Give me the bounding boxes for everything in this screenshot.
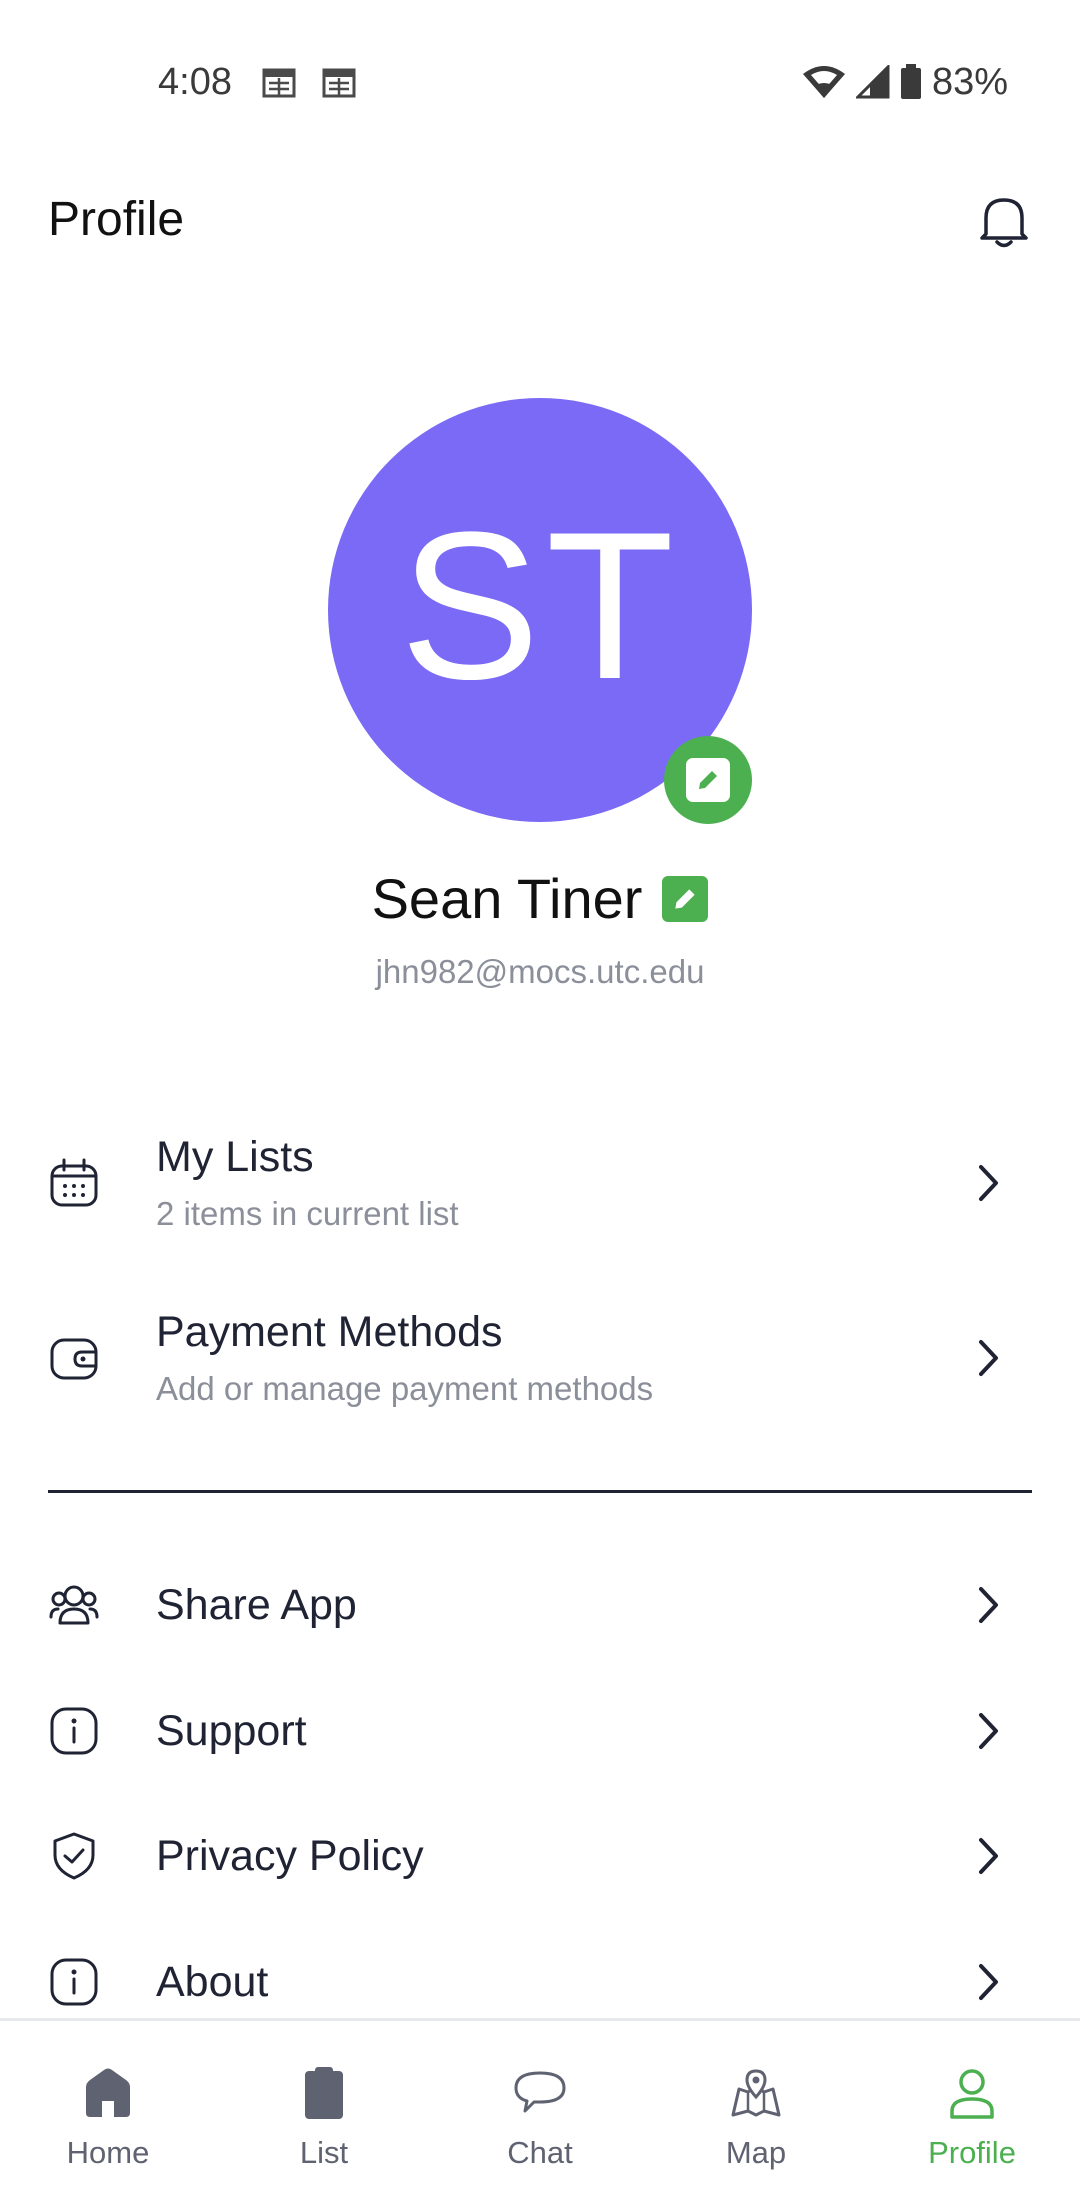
nav-label: Chat [507, 2135, 573, 2170]
edit-avatar-button[interactable] [664, 736, 752, 824]
nav-label: Home [66, 2135, 150, 2170]
menu-subtitle: 2 items in current list [156, 1195, 459, 1232]
menu-label: Share App [156, 1581, 357, 1629]
nav-home[interactable]: Home [0, 2021, 216, 2201]
menu-item-about[interactable]: About [48, 1955, 1032, 2009]
user-icon [950, 2069, 994, 2119]
menu-label: Privacy Policy [156, 1832, 424, 1880]
menu-label: Payment Methods [156, 1308, 503, 1356]
calendar-icon [50, 1158, 98, 1207]
menu-item-my-lists[interactable]: My Lists 2 items in current list [48, 1130, 1032, 1236]
nav-profile[interactable]: Profile [864, 2021, 1080, 2201]
section-divider [48, 1490, 1032, 1493]
calendar-notification-icon [322, 68, 356, 98]
menu-item-support[interactable]: Support [48, 1704, 1032, 1758]
nav-label: Profile [928, 2135, 1016, 2170]
home-icon [86, 2068, 130, 2117]
battery-percentage: 83% [931, 61, 1008, 103]
map-icon [731, 2069, 781, 2117]
menu-subtitle: Add or manage payment methods [156, 1370, 654, 1407]
status-indicators: 83% [802, 58, 1008, 106]
menu-item-share-app[interactable]: Share App [48, 1578, 1032, 1632]
pencil-icon [675, 889, 696, 909]
nav-map[interactable]: Map [648, 2021, 864, 2201]
menu-label: Support [156, 1707, 307, 1755]
status-time: 4:08 [158, 61, 232, 103]
nav-list[interactable]: List [216, 2021, 432, 2201]
chevron-right-icon [979, 1713, 998, 1749]
name-row: Sean Tiner [0, 866, 1080, 932]
avatar-initials: ST [399, 488, 681, 723]
bell-icon[interactable] [976, 192, 1032, 252]
wallet-icon [50, 1338, 98, 1380]
info-icon [50, 1707, 98, 1755]
info-icon [50, 1958, 98, 2006]
menu-label: About [156, 1958, 269, 2006]
users-icon [49, 1585, 99, 1625]
chat-bubble-icon [514, 2071, 566, 2113]
cellular-signal-icon [855, 65, 890, 99]
user-email: jhn982@mocs.utc.edu [375, 953, 705, 990]
calendar-notification-icon [262, 68, 296, 98]
nav-label: Map [725, 2135, 787, 2170]
menu-label: My Lists [156, 1133, 314, 1181]
battery-icon [900, 64, 921, 99]
pencil-icon [699, 771, 717, 789]
nav-label: List [299, 2135, 349, 2170]
nav-chat[interactable]: Chat [432, 2021, 648, 2201]
clipboard-icon [305, 2067, 343, 2119]
user-name: Sean Tiner [371, 867, 643, 930]
shield-check-icon [53, 1832, 95, 1880]
chevron-right-icon [979, 1964, 998, 2000]
chevron-right-icon [979, 1340, 998, 1376]
page-title: Profile [48, 193, 185, 246]
edit-name-button[interactable] [662, 876, 709, 922]
chevron-right-icon [979, 1838, 998, 1874]
menu-item-privacy-policy[interactable]: Privacy Policy [48, 1829, 1032, 1883]
chevron-right-icon [979, 1587, 998, 1623]
wifi-icon [802, 66, 845, 98]
chevron-right-icon [979, 1165, 998, 1201]
bottom-nav: Home List Chat Map Profile [0, 2018, 1080, 2201]
menu-item-payment-methods[interactable]: Payment Methods Add or manage payment me… [48, 1305, 1032, 1411]
